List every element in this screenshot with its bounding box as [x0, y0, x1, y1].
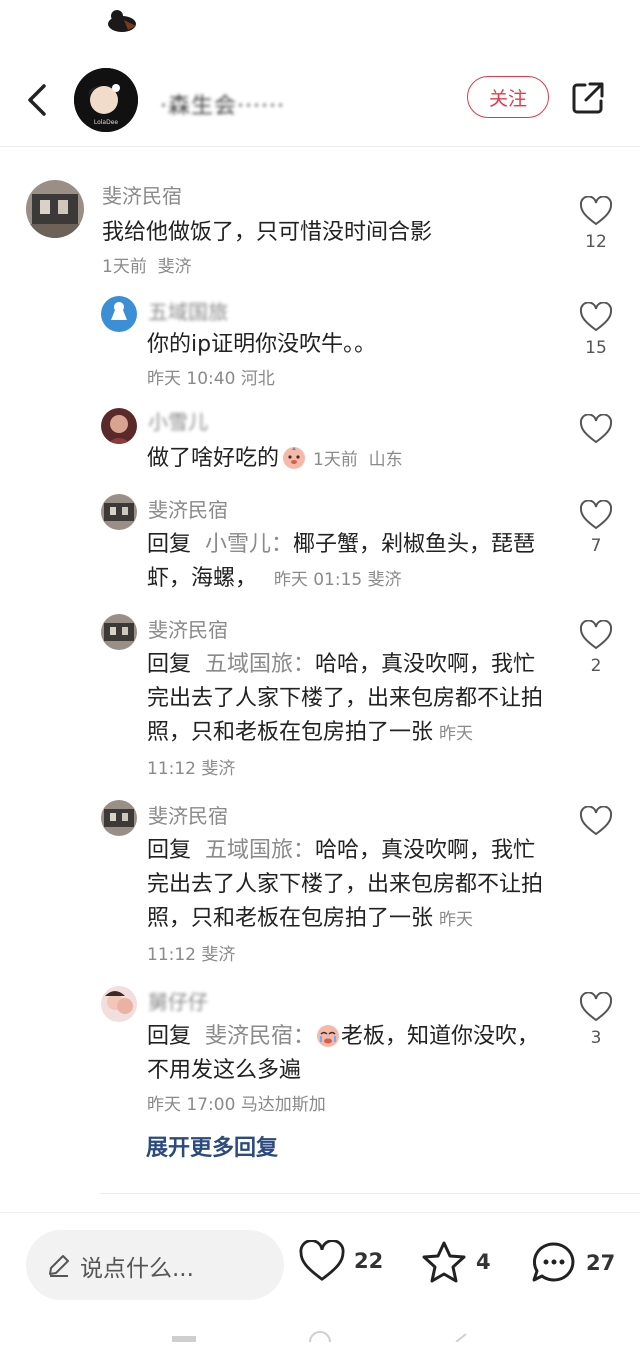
like-count: 3	[590, 1028, 602, 1048]
avatar[interactable]	[101, 614, 137, 650]
comment-text: 我给他做饭了，只可惜没时间合影	[102, 220, 433, 245]
comment-like[interactable]	[576, 414, 616, 444]
like-count: 7	[590, 536, 602, 556]
heart-icon	[579, 302, 613, 332]
comment-meta: 昨天 17:00 马达加斯加	[147, 1095, 326, 1115]
comment-username[interactable]: 斐济民宿	[148, 494, 228, 523]
avatar[interactable]	[101, 986, 137, 1022]
comment-like[interactable]: 12	[576, 196, 616, 252]
comment-username[interactable]: 斐济民宿	[148, 614, 228, 643]
comment-username[interactable]: 斐济民宿	[148, 800, 228, 829]
header-divider	[0, 146, 640, 147]
star-icon	[422, 1241, 466, 1283]
status-app-icon	[104, 6, 140, 36]
comment-like[interactable]	[576, 806, 616, 836]
follow-button[interactable]: 关注	[467, 76, 549, 118]
comment-total: 27	[586, 1251, 616, 1275]
like-button[interactable]: 22	[298, 1240, 383, 1282]
comment-text: 回复 五域国旅：哈哈，真没吹啊，我忙完出去了人家下楼了，出来包房都不让拍照，只和…	[147, 838, 544, 965]
share-icon[interactable]	[570, 80, 606, 116]
comment-input-placeholder: 说点什么...	[80, 1256, 194, 1282]
comment-username[interactable]: 斐济民宿	[102, 180, 182, 209]
comment-input[interactable]: 说点什么...	[26, 1230, 284, 1300]
comment-bubble-icon	[532, 1242, 575, 1282]
heart-icon	[579, 196, 613, 226]
heart-icon	[579, 500, 613, 530]
like-count: 2	[590, 656, 602, 676]
avatar[interactable]	[101, 296, 137, 332]
like-count: 15	[585, 338, 607, 358]
comment-meta: 昨天 10:40 河北	[147, 369, 275, 389]
heart-icon	[579, 992, 613, 1022]
author-name[interactable]: ·森生会······	[160, 88, 285, 120]
heart-icon	[579, 620, 613, 650]
comment-text: 回复 小雪儿：椰子蟹，剁椒鱼头，琵琶虾，海螺， 昨天 01:15 斐济	[147, 532, 536, 591]
favorite-button[interactable]: 4	[420, 1240, 491, 1284]
avatar[interactable]	[101, 800, 137, 836]
heart-icon	[579, 806, 613, 836]
comment-text: 做了啥好吃的 1天前 山东	[147, 444, 403, 471]
comment-username[interactable]: 小雪儿	[148, 406, 208, 435]
comment-username[interactable]: 五域国旅	[148, 296, 228, 325]
comment-meta: 1天前 山东	[313, 450, 403, 470]
comment-username[interactable]: 舅仔仔	[148, 986, 208, 1015]
heart-icon	[299, 1240, 345, 1281]
comment-text: 你的ip证明你没吹牛。。	[147, 332, 377, 357]
like-total: 22	[354, 1249, 384, 1273]
comment-text: 回复 斐济民宿： 老板，知道你没吹，不用发这么多遍	[147, 1022, 540, 1083]
post-header: LolaDee ·森生会······ 关注	[0, 50, 640, 146]
comment-like[interactable]: 2	[576, 620, 616, 676]
bottom-action-bar: 说点什么... 22 4 27	[0, 1213, 640, 1313]
comment-meta: 1天前 斐济	[102, 257, 192, 277]
comment-like[interactable]: 3	[576, 992, 616, 1048]
avatar[interactable]	[26, 180, 84, 238]
comment-like[interactable]: 7	[576, 500, 616, 556]
heart-icon	[579, 414, 613, 444]
comment-meta: 昨天 01:15 斐济	[273, 570, 402, 590]
emoji-icon	[315, 1022, 341, 1048]
avatar[interactable]	[101, 494, 137, 530]
emoji-icon	[281, 444, 307, 470]
like-count: 12	[585, 232, 607, 252]
avatar[interactable]	[101, 408, 137, 444]
author-avatar[interactable]: LolaDee	[74, 68, 138, 132]
expand-more-replies[interactable]: 展开更多回复	[146, 1130, 278, 1162]
comment-button[interactable]: 27	[530, 1240, 615, 1286]
thread-divider	[100, 1193, 640, 1194]
system-nav-bar	[0, 1318, 640, 1346]
back-arrow-icon[interactable]	[22, 80, 54, 120]
comment-like[interactable]: 15	[576, 302, 616, 358]
favorite-total: 4	[476, 1250, 491, 1274]
svg-text:LolaDee: LolaDee	[94, 119, 119, 126]
pencil-icon	[46, 1252, 72, 1282]
comment-text: 回复 五域国旅：哈哈，真没吹啊，我忙完出去了人家下楼了，出来包房都不让拍照，只和…	[147, 652, 544, 779]
